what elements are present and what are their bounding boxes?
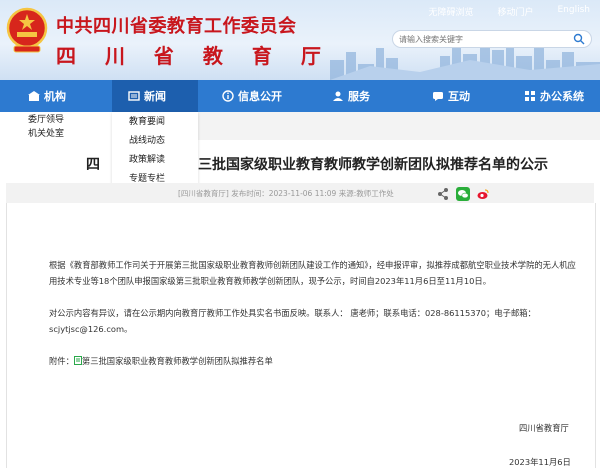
breadcrumb-band <box>198 112 600 140</box>
office-icon <box>525 91 535 101</box>
wechat-icon[interactable] <box>456 186 470 201</box>
info-icon <box>222 90 234 102</box>
news-icon <box>128 91 140 101</box>
paragraph-2: 对公示内容有异议，请在公示期内向教育厅教师工作处具实名书面反映。联系人： 唐老师… <box>49 308 536 334</box>
signature: 四川省教育厅 <box>519 423 569 433</box>
attachment-line: 附件： 第三批国家级职业教育教师教学创新团队拟推荐名单 <box>49 353 579 369</box>
share-icon[interactable] <box>436 186 450 200</box>
mobile-portal-link[interactable]: 移动门户 <box>497 5 533 18</box>
nav-label: 办公系统 <box>540 90 584 103</box>
menu-item-education-news[interactable]: 教育要闻 <box>112 112 198 131</box>
national-emblem-icon <box>6 7 48 53</box>
nav-label: 信息公开 <box>238 90 282 103</box>
publish-date: 2023年11月6日 <box>509 457 571 467</box>
article-title-main: 三批国家级职业教育教师教学创新团队拟推荐名单的公示 <box>198 157 548 173</box>
main-nav: 机构 新闻 信息公开 服务 互动 办公系统 <box>0 80 600 112</box>
search-input[interactable] <box>399 34 559 45</box>
article-meta-bar: [四川省教育厅] 发布时间：2023-11-06 11:09 来源:教师工作处 <box>6 183 594 203</box>
nav-label: 新闻 <box>144 90 166 103</box>
dept-title: 四 川 省 教 育 厅 <box>56 44 332 68</box>
attachment-label: 附件： <box>49 356 74 366</box>
nav-label: 互动 <box>448 90 470 103</box>
service-icon <box>333 91 343 101</box>
menu-item-frontline-updates[interactable]: 战线动态 <box>112 131 198 150</box>
news-dropdown: 教育要闻 战线动态 政策解读 专题专栏 <box>112 112 198 190</box>
menu-item-policy-interpretation[interactable]: 政策解读 <box>112 150 198 169</box>
english-link[interactable]: English <box>558 5 591 18</box>
institution-icon <box>28 91 40 101</box>
nav-office-system[interactable]: 办公系统 <box>524 80 584 112</box>
site-header: 中共四川省委教育工作委员会 四 川 省 教 育 厅 无障碍浏览 移动门户 Eng… <box>0 0 600 80</box>
weibo-icon[interactable] <box>476 186 490 200</box>
nav-news[interactable]: 新闻 <box>112 80 198 112</box>
interact-icon <box>433 92 443 101</box>
article-meta: [四川省教育厅] 发布时间：2023-11-06 11:09 来源:教师工作处 <box>178 189 394 198</box>
nav-interact[interactable]: 互动 <box>432 80 470 112</box>
accessibility-link[interactable]: 无障碍浏览 <box>428 5 473 18</box>
org-title: 中共四川省委教育工作委员会 <box>56 16 297 37</box>
article-body: 根据《教育部教师工作司关于开展第三批国家级职业教育教师创新团队建设工作的通知》，… <box>6 203 596 468</box>
nav-institution[interactable]: 机构 <box>28 80 66 112</box>
document-icon <box>73 356 82 365</box>
attachment-link[interactable]: 第三批国家级职业教育教师教学创新团队拟推荐名单 <box>82 356 273 366</box>
menu-item-leaders[interactable]: 委厅领导 <box>0 112 96 126</box>
nav-label: 服务 <box>348 90 370 103</box>
institution-dropdown: 委厅领导 机关处室 <box>0 112 96 140</box>
nav-service[interactable]: 服务 <box>332 80 370 112</box>
nav-info-disclosure[interactable]: 信息公开 <box>222 80 282 112</box>
share-icons <box>436 186 490 201</box>
menu-item-departments[interactable]: 机关处室 <box>0 126 96 140</box>
search-box <box>392 30 592 48</box>
paragraph-1: 根据《教育部教师工作司关于开展第三批国家级职业教育教师创新团队建设工作的通知》，… <box>49 260 576 286</box>
search-icon[interactable] <box>573 33 585 45</box>
article-title-prefix: 四 <box>86 157 100 173</box>
top-links: 无障碍浏览 移动门户 English <box>428 5 590 18</box>
nav-label: 机构 <box>44 90 66 103</box>
